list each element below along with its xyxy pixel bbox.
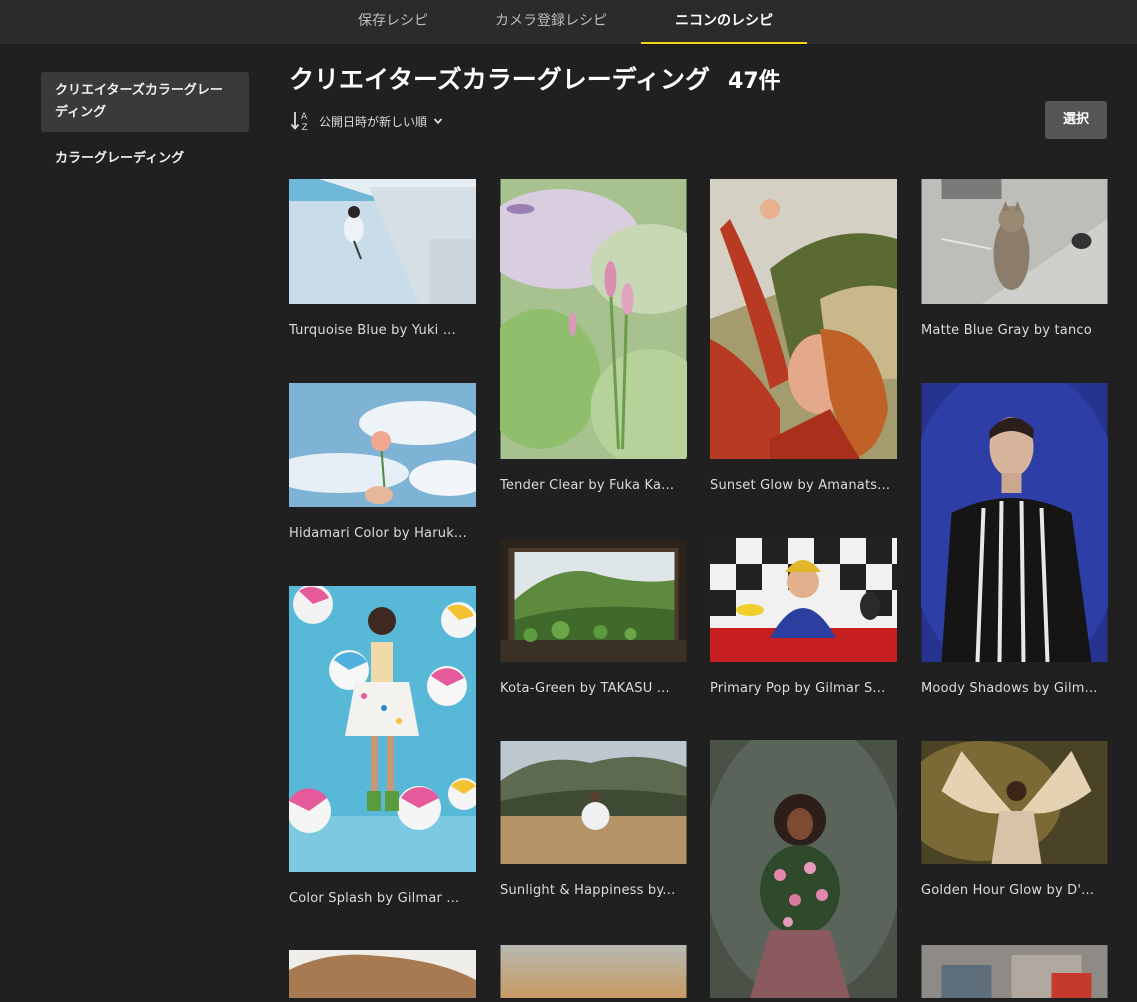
select-button[interactable]: 選択 [1045, 101, 1107, 139]
recipe-title: Golden Hour Glow by D'... [921, 883, 1095, 898]
recipe-title: Kota-Green by TAKASU ... [500, 681, 670, 696]
recipe-title: Tender Clear by Fuka Ka... [500, 478, 675, 493]
recipe-card[interactable]: Golden Hour Glow by D'... [901, 741, 1108, 898]
recipe-title: Turquoise Blue by Yuki ... [289, 323, 456, 338]
recipe-title: Color Splash by Gilmar ... [289, 891, 460, 906]
page-title: クリエイターズカラーグレーディング 47件 [289, 60, 781, 96]
tab-nikon-recipes[interactable]: ニコンのレシピ [641, 0, 807, 44]
svg-text:A: A [301, 112, 308, 122]
recipe-thumbnail [703, 720, 903, 1000]
recipe-thumbnail [921, 179, 1108, 304]
active-tab-indicator [641, 42, 807, 44]
sort-label: 公開日時が新しい順 [319, 114, 428, 129]
recipe-card[interactable]: Sunset Glow by Amanats... [710, 179, 897, 493]
recipe-card[interactable]: Tender Clear by Fuka Ka... [480, 179, 711, 493]
recipe-card[interactable]: Primary Pop by Gilmar S... [710, 538, 897, 696]
recipe-title: Matte Blue Gray by tanco [921, 323, 1092, 338]
category-sidebar: クリエイターズカラーグレーディング カラーグレーディング [41, 72, 249, 178]
sidebar-item-color-grading[interactable]: カラーグレーディング [41, 140, 249, 178]
page-title-text: クリエイターズカラーグレーディング [289, 65, 711, 94]
recipe-card[interactable]: Color Splash by Gilmar ... [287, 584, 480, 906]
recipe-title: Primary Pop by Gilmar S... [710, 681, 886, 696]
recipe-card[interactable]: Kota-Green by TAKASU ... [500, 540, 687, 696]
recipe-thumbnail [904, 363, 1125, 683]
recipe-thumbnail [710, 179, 897, 459]
chevron-down-icon [433, 118, 443, 125]
recipe-card[interactable]: Matte Blue Gray by tanco [921, 179, 1108, 338]
recipe-card[interactable]: Hidamari Color by Haruk... [269, 383, 489, 541]
result-count: 47件 [728, 69, 781, 94]
recipe-title: Moody Shadows by Gilm... [921, 681, 1098, 696]
recipe-card[interactable] [500, 945, 687, 1002]
recipe-card[interactable] [921, 945, 1108, 1002]
recipe-thumbnail [901, 741, 1108, 864]
recipe-thumbnail [287, 584, 480, 872]
tab-camera-recipes[interactable]: カメラ登録レシピ [466, 0, 636, 44]
recipe-card[interactable] [703, 720, 903, 1002]
sort-dropdown[interactable]: A Z 公開日時が新しい順 [289, 109, 443, 133]
recipe-thumbnail [269, 383, 489, 507]
recipe-card[interactable]: Moody Shadows by Gilm... [904, 363, 1125, 696]
recipe-card[interactable]: Sunlight & Happiness by... [500, 741, 687, 898]
recipe-thumbnail [921, 945, 1108, 998]
recipe-thumbnail [289, 950, 476, 998]
recipe-thumbnail [710, 538, 897, 662]
recipe-title: Sunlight & Happiness by... [500, 883, 676, 898]
recipe-card[interactable]: Turquoise Blue by Yuki ... [289, 179, 476, 338]
recipe-title: Sunset Glow by Amanats... [710, 478, 891, 493]
recipe-card[interactable] [289, 950, 476, 1002]
recipe-thumbnail [500, 540, 687, 662]
recipe-thumbnail [289, 179, 476, 304]
recipe-thumbnail [500, 741, 687, 864]
recipe-thumbnail [480, 179, 711, 469]
sort-descending-az-icon: A Z [290, 112, 308, 133]
recipe-thumbnail [500, 945, 687, 998]
recipe-title: Hidamari Color by Haruk... [289, 526, 467, 541]
sidebar-item-creators-color-grading[interactable]: クリエイターズカラーグレーディング [41, 72, 249, 132]
tab-saved-recipes[interactable]: 保存レシピ [325, 0, 461, 44]
top-tab-bar: 保存レシピ カメラ登録レシピ ニコンのレシピ [0, 0, 1137, 45]
svg-text:Z: Z [302, 123, 308, 133]
tab-nikon-recipes-label: ニコンのレシピ [675, 13, 773, 29]
